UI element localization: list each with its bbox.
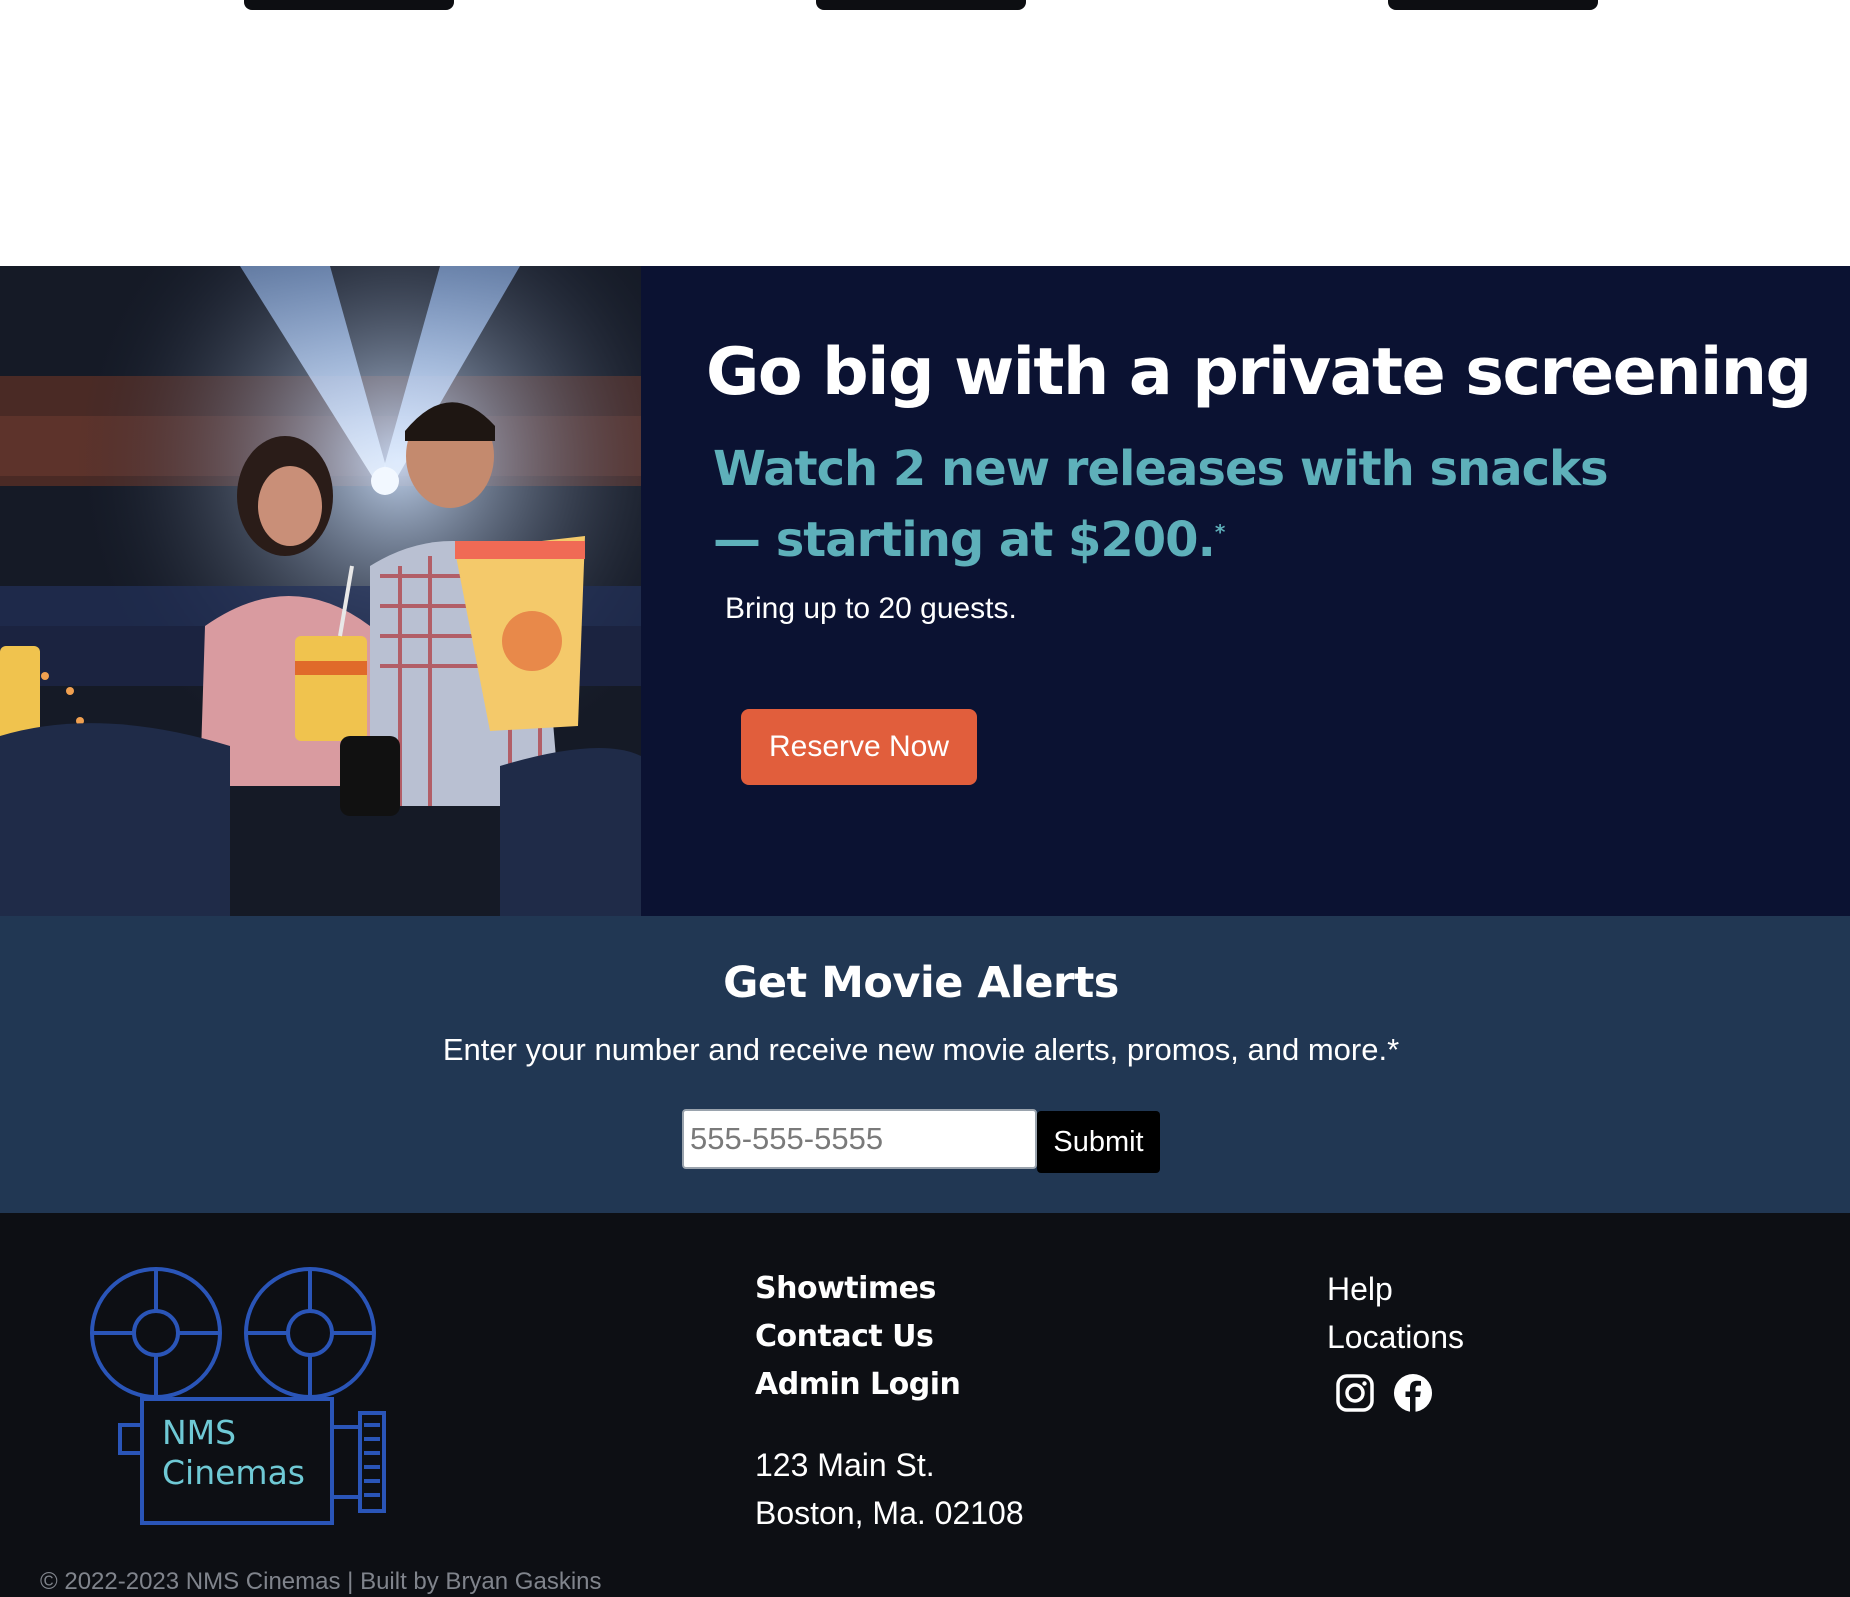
top-button-1[interactable] xyxy=(244,0,454,10)
screening-subtitle-text: Watch 2 new releases with snacks — start… xyxy=(713,441,1609,568)
footer-link-locations[interactable]: Locations xyxy=(1327,1313,1464,1361)
address-line-2: Boston, Ma. 02108 xyxy=(755,1495,1024,1531)
footer-link-showtimes[interactable]: Showtimes xyxy=(755,1265,960,1313)
top-section xyxy=(0,0,1850,266)
footer-link-contact-us[interactable]: Contact Us xyxy=(755,1313,960,1361)
footer-secondary: Help Locations xyxy=(1327,1265,1464,1413)
screening-title: Go big with a private screening xyxy=(706,335,1812,410)
subtitle-asterisk: * xyxy=(1214,520,1226,544)
site-footer: NMS Cinemas Showtimes Contact Us Admin L… xyxy=(0,1213,1850,1597)
facebook-icon[interactable] xyxy=(1393,1373,1433,1413)
nms-cinemas-logo[interactable]: NMS Cinemas xyxy=(88,1265,388,1525)
screening-subtitle: Watch 2 new releases with snacks — start… xyxy=(713,438,1613,572)
screening-guests-text: Bring up to 20 guests. xyxy=(725,592,1017,625)
instagram-icon[interactable] xyxy=(1335,1373,1375,1413)
alerts-description: Enter your number and receive new movie … xyxy=(442,1032,1400,1067)
logo-text: NMS Cinemas xyxy=(162,1413,305,1492)
submit-button[interactable]: Submit xyxy=(1037,1111,1160,1173)
top-button-2[interactable] xyxy=(816,0,1026,10)
reserve-now-button[interactable]: Reserve Now xyxy=(741,709,977,785)
address-line-1: 123 Main St. xyxy=(755,1447,935,1483)
theater-couple-photo xyxy=(0,266,641,916)
top-button-3[interactable] xyxy=(1388,0,1598,10)
footer-link-help[interactable]: Help xyxy=(1327,1265,1464,1313)
alerts-title: Get Movie Alerts xyxy=(723,958,1119,1008)
movie-alerts-section: Get Movie Alerts Enter your number and r… xyxy=(0,916,1850,1213)
footer-nav: Showtimes Contact Us Admin Login xyxy=(755,1265,961,1409)
private-screening-section: Go big with a private screening Watch 2 … xyxy=(0,266,1850,916)
footer-link-admin-login[interactable]: Admin Login xyxy=(755,1361,961,1409)
footer-address: 123 Main St. Boston, Ma. 02108 xyxy=(755,1441,1024,1537)
copyright-text: © 2022-2023 NMS Cinemas | Built by Bryan… xyxy=(40,1568,602,1595)
phone-number-input[interactable] xyxy=(682,1109,1037,1169)
social-links xyxy=(1327,1373,1464,1413)
